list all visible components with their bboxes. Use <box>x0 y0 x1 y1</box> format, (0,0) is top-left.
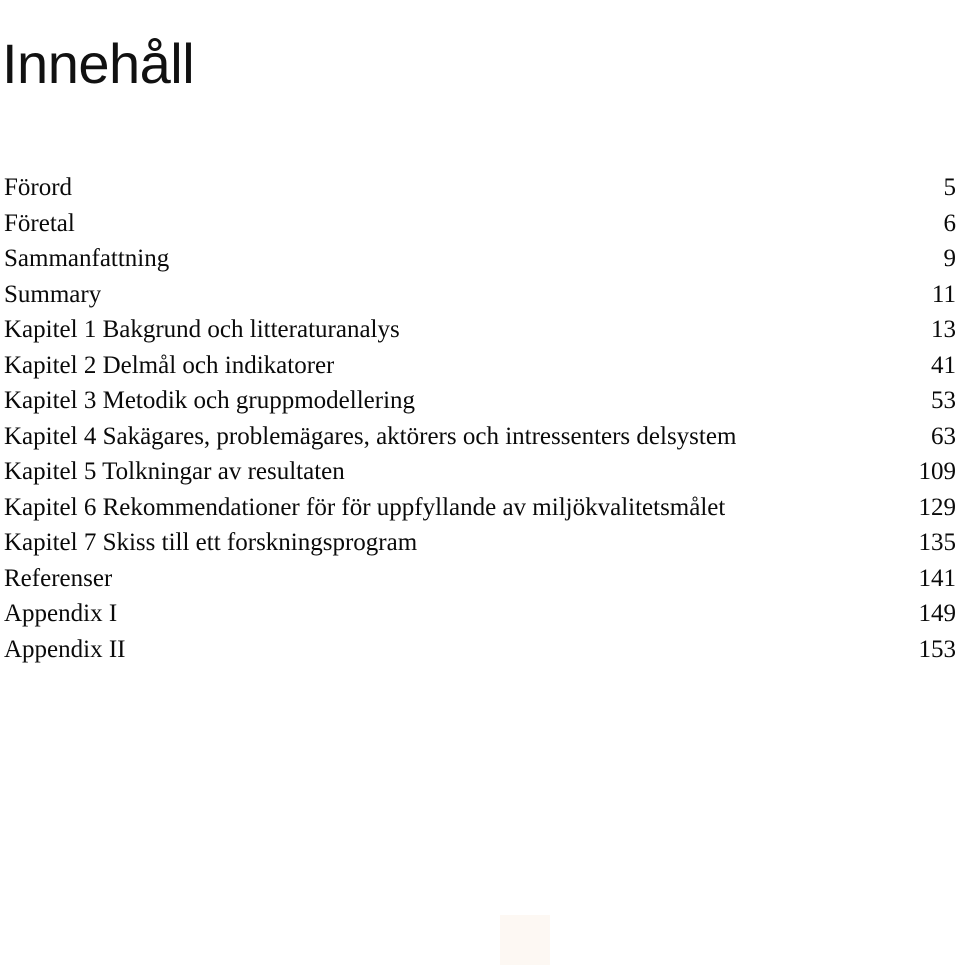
toc-entry[interactable]: Appendix I 149 <box>4 596 956 632</box>
toc-entry-label: Kapitel 6 Rekommendationer för för uppfy… <box>4 493 726 521</box>
toc-entry[interactable]: Kapitel 1 Bakgrund och litteraturanalys 1… <box>4 312 956 348</box>
toc-entry-label: Kapitel 4 Sakägares, problemägares, aktö… <box>4 422 737 450</box>
toc-entry-page-number: 149 <box>918 600 957 627</box>
toc-entry-label: Kapitel 1 Bakgrund och litteraturanalys <box>4 316 400 343</box>
toc-entry[interactable]: Kapitel 3 Metodik och gruppmodellering 53 <box>4 383 956 419</box>
toc-entry-label: Referenser <box>4 564 113 592</box>
toc-entry-page-number: 141 <box>918 564 957 592</box>
toc-entry-label: Kapitel 2 Delmål och indikatorer <box>4 351 335 379</box>
toc-entry-page-number: 9 <box>943 245 957 272</box>
toc-entry-label: Appendix II <box>4 635 126 663</box>
toc-entry-label: Kapitel 7 Skiss till ett forskningsprogr… <box>4 529 418 556</box>
document-page: Innehåll Förord 5 Företal 6 Sammanfattning 9 S… <box>0 0 960 978</box>
scan-artifact <box>500 915 550 965</box>
toc-entry[interactable]: Kapitel 7 Skiss till ett forskningsprogr… <box>4 525 956 561</box>
toc-entry[interactable]: Kapitel 6 Rekommendationer för för uppfy… <box>4 490 956 526</box>
toc-entry-page-number: 5 <box>943 174 957 201</box>
toc-entry-label: Summary <box>4 280 102 308</box>
toc-entry[interactable]: Appendix II 153 <box>4 632 956 668</box>
toc-entry[interactable]: Kapitel 4 Sakägares, problemägares, aktö… <box>4 419 956 455</box>
table-of-contents: Förord 5 Företal 6 Sammanfattning 9 Summary 11 K… <box>4 170 956 667</box>
toc-entry-page-number: 11 <box>931 280 956 308</box>
page-title: Innehåll <box>2 31 195 95</box>
toc-entry-page-number: 6 <box>943 209 957 237</box>
toc-entry[interactable]: Summary 11 <box>4 277 956 313</box>
toc-entry[interactable]: Referenser 141 <box>4 561 956 597</box>
toc-entry-label: Förord <box>4 174 73 201</box>
toc-entry[interactable]: Företal 6 <box>4 206 956 242</box>
toc-entry-page-number: 13 <box>931 316 956 343</box>
toc-entry-page-number: 153 <box>918 635 957 663</box>
toc-entry[interactable]: Förord 5 <box>4 170 956 206</box>
toc-entry[interactable]: Kapitel 5 Tolkningar av resultaten 109 <box>4 454 956 490</box>
toc-entry-page-number: 129 <box>918 493 957 521</box>
toc-entry-label: Sammanfattning <box>4 245 170 272</box>
toc-entry-label: Kapitel 3 Metodik och gruppmodellering <box>4 387 416 414</box>
toc-entry-label: Appendix I <box>4 600 118 627</box>
toc-entry-page-number: 135 <box>918 529 957 556</box>
toc-entry-page-number: 63 <box>931 422 956 450</box>
toc-entry-page-number: 41 <box>931 351 956 379</box>
toc-entry[interactable]: Sammanfattning 9 <box>4 241 956 277</box>
toc-entry[interactable]: Kapitel 2 Delmål och indikatorer 41 <box>4 348 956 384</box>
toc-entry-label: Kapitel 5 Tolkningar av resultaten <box>4 458 345 485</box>
toc-entry-page-number: 109 <box>918 458 957 485</box>
toc-entry-page-number: 53 <box>931 387 956 414</box>
toc-entry-label: Företal <box>4 209 75 237</box>
